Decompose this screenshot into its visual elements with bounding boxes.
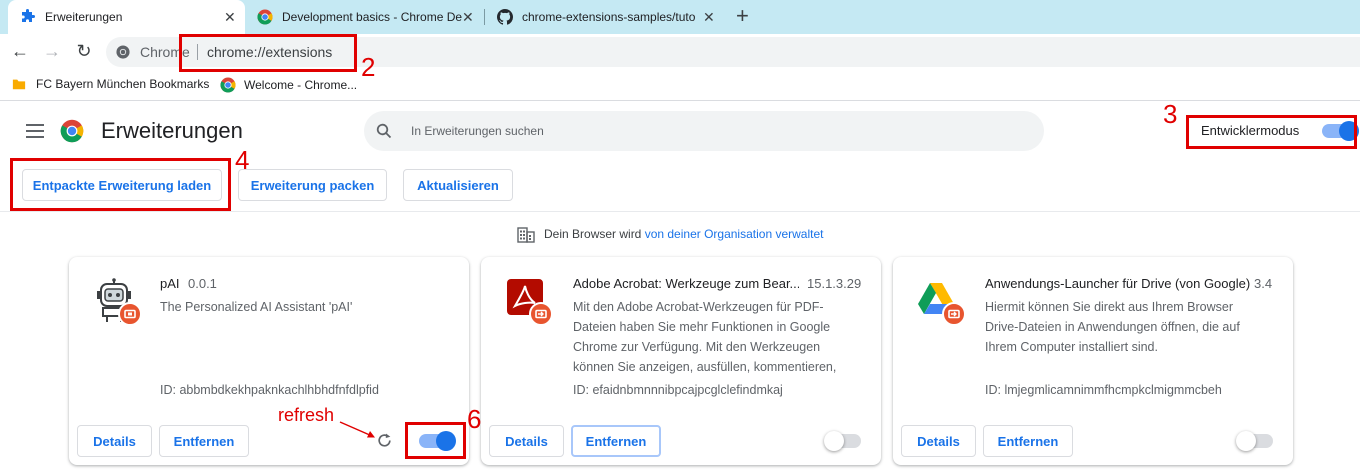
reload-icon[interactable] — [376, 432, 393, 449]
close-icon[interactable]: ✕ — [462, 9, 474, 26]
extension-name: Anwendungs-Launcher für Drive (von Googl… — [985, 276, 1251, 291]
building-icon — [517, 227, 535, 243]
chrome-logo-icon — [60, 119, 84, 143]
tab-label: Erweiterungen — [45, 10, 123, 24]
update-button[interactable]: Aktualisieren — [403, 169, 513, 201]
chrome-logo-icon — [220, 77, 236, 93]
details-button[interactable]: Details — [489, 425, 564, 457]
github-icon — [497, 9, 513, 25]
remove-button[interactable]: Entfernen — [983, 425, 1073, 457]
search-icon — [376, 123, 392, 139]
reload-button[interactable]: ↻ — [73, 40, 95, 62]
unpacked-badge-icon — [118, 302, 142, 326]
bookmark-folder[interactable]: FC Bayern München Bookmarks — [12, 77, 209, 91]
annotation-number: 6 — [467, 404, 482, 434]
tab-label: Development basics - Chrome De — [282, 10, 462, 24]
annotation-number: 4 — [235, 145, 250, 175]
divider — [0, 211, 1360, 212]
extension-description: Mit den Adobe Acrobat-Werkzeugen für PDF… — [573, 300, 837, 374]
managed-notice: Dein Browser wird von deiner Organisatio… — [544, 227, 823, 241]
managed-link[interactable]: von deiner Organisation verwaltet — [645, 227, 824, 241]
extension-version: 15.1.3.29 — [807, 276, 862, 291]
unpacked-badge-icon — [942, 302, 966, 326]
menu-icon[interactable] — [26, 124, 44, 138]
chrome-logo-icon — [257, 9, 273, 25]
remove-button[interactable]: Entfernen — [159, 425, 249, 457]
extension-name: pAI — [160, 276, 180, 291]
unpacked-badge-icon — [529, 302, 553, 326]
details-button[interactable]: Details — [901, 425, 976, 457]
annotation-number: 3 — [1163, 99, 1178, 129]
extension-description: Hiermit können Sie direkt aus Ihrem Brow… — [985, 300, 1240, 354]
tab-label: chrome-extensions-samples/tuto — [522, 10, 696, 24]
extension-version: 0.0.1 — [188, 276, 217, 291]
pack-extension-button[interactable]: Erweiterung packen — [238, 169, 387, 201]
forward-button[interactable]: → — [41, 40, 63, 62]
extension-enable-toggle[interactable] — [824, 431, 861, 451]
search-placeholder: In Erweiterungen suchen — [411, 124, 544, 138]
bookmark-label: FC Bayern München Bookmarks — [36, 77, 210, 91]
folder-icon — [12, 79, 26, 90]
extension-version: 3.4 — [1254, 276, 1273, 291]
tab-erweiterungen[interactable]: Erweiterungen ✕ — [8, 0, 245, 34]
close-icon[interactable]: ✕ — [703, 9, 715, 26]
chrome-logo-icon — [116, 45, 130, 59]
extension-description: The Personalized AI Assistant 'pAI' — [160, 300, 353, 314]
tab-development-basics[interactable]: Development basics - Chrome De ✕ — [245, 0, 483, 34]
extension-id: ID: abbmbdkekhpaknkachlhbhdfnfdlpfid — [160, 383, 379, 397]
extension-name: Adobe Acrobat: Werkzeuge zum Bear... — [573, 276, 799, 291]
page-title: Erweiterungen — [101, 118, 243, 143]
extension-enable-toggle[interactable] — [1236, 431, 1273, 451]
details-button[interactable]: Details — [77, 425, 152, 457]
puzzle-icon — [22, 9, 35, 22]
bookmark-welcome[interactable]: Welcome - Chrome... — [220, 77, 357, 93]
new-tab-button[interactable]: + — [736, 5, 749, 27]
bookmark-label: Welcome - Chrome... — [244, 78, 358, 92]
annotation-box-toggle — [405, 422, 466, 459]
managed-text: Dein Browser wird — [544, 227, 645, 241]
extension-id: ID: lmjegmlicamnimmfhcmpkclmigmmcbeh — [985, 383, 1222, 397]
annotation-arrow — [339, 421, 375, 438]
tab-github[interactable]: chrome-extensions-samples/tuto ✕ — [485, 0, 723, 34]
remove-button[interactable]: Entfernen — [571, 425, 661, 457]
annotation-box-devmode — [1186, 115, 1357, 149]
annotation-refresh-label: refresh — [278, 405, 335, 425]
annotation-box-url — [179, 34, 357, 72]
annotation-box-load-unpacked — [10, 158, 231, 211]
back-button[interactable]: ← — [9, 40, 31, 62]
annotation-number: 2 — [361, 52, 376, 82]
close-icon[interactable]: ✕ — [224, 9, 236, 26]
extension-id: ID: efaidnbmnnnibpcajpcglclefindmkaj — [573, 383, 783, 397]
